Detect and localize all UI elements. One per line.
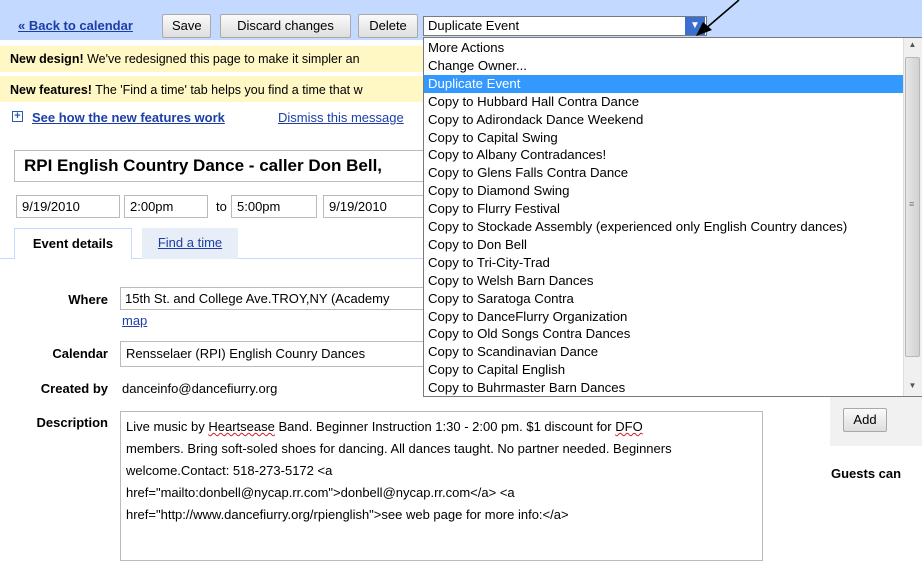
tab-find-a-time[interactable]: Find a time [142,228,238,259]
dropdown-option[interactable]: Copy to Saratoga Contra [424,290,905,308]
dropdown-option[interactable]: Copy to Welsh Barn Dances [424,272,905,290]
discard-changes-button[interactable]: Discard changes [220,14,351,38]
dropdown-option[interactable]: Duplicate Event [424,74,905,93]
dropdown-option[interactable]: Copy to Scandinavian Dance [424,343,905,361]
back-to-calendar-link[interactable]: « Back to calendar [18,18,133,33]
desc-text-a: Live music by [126,419,209,434]
description-line-5: href="http://www.dancefiurry.org/rpiengl… [126,507,569,522]
save-button[interactable]: Save [162,14,211,38]
where-input[interactable]: 15th St. and College Ave.TROY,NY (Academ… [120,287,426,310]
dropdown-option[interactable]: Copy to Hubbard Hall Contra Dance [424,93,905,111]
description-label: Description [36,415,108,430]
description-line-1: Live music by Heartsease Band. Beginner … [126,416,757,438]
description-textarea[interactable]: Live music by Heartsease Band. Beginner … [120,411,763,561]
dropdown-option[interactable]: Copy to Buhrmaster Barn Dances [424,379,905,397]
scroll-down-arrow-icon[interactable]: ▼ [905,380,920,392]
created-by-value: danceinfo@dancefiurry.org [122,381,278,396]
end-date-input[interactable]: 9/19/2010 [323,195,427,218]
dropdown-option[interactable]: Copy to Diamond Swing [424,182,905,200]
event-title-input[interactable]: RPI English Country Dance - caller Don B… [14,150,454,182]
dropdown-option[interactable]: Copy to Tri-City-Trad [424,254,905,272]
tab-event-details[interactable]: Event details [14,228,132,259]
desc-spell-dfo: DFO [615,419,643,434]
dropdown-option[interactable]: Copy to Stockade Assembly (experienced o… [424,218,905,236]
map-link[interactable]: map [122,313,147,328]
dropdown-option[interactable]: Copy to Glens Falls Contra Dance [424,164,905,182]
message-design-text: We've redesigned this page to make it si… [83,52,360,66]
calendar-label: Calendar [52,346,108,361]
created-by-label: Created by [40,381,108,396]
end-time-input[interactable]: 5:00pm [231,195,317,218]
desc-text-c: Band. Beginner Instruction 1:30 - 2:00 p… [274,419,616,434]
description-line-2: members. Bring soft-soled shoes for danc… [126,441,672,456]
start-date-input[interactable]: 9/19/2010 [16,195,120,218]
message-features-text: The 'Find a time' tab helps you find a t… [91,83,363,97]
dropdown-option[interactable]: Copy to Don Bell [424,236,905,254]
dropdown-option[interactable]: Copy to Flurry Festival [424,200,905,218]
start-time-input[interactable]: 2:00pm [124,195,208,218]
calendar-select[interactable]: Rensselaer (RPI) English Counry Dances [120,341,426,367]
dropdown-option[interactable]: More Actions [424,39,905,57]
description-line-4: href="mailto:donbell@nycap.rr.com">donbe… [126,485,515,500]
dropdown-option[interactable]: Copy to Capital English [424,361,905,379]
dropdown-option[interactable]: Copy to Old Songs Contra Dances [424,325,905,343]
desc-spell-heartsease: Heartsease [208,419,275,434]
message-features-bold: New features! [10,83,92,97]
more-actions-select[interactable]: Duplicate Event [423,16,707,36]
delete-button[interactable]: Delete [358,14,418,38]
to-label: to [216,199,227,214]
dismiss-message-link[interactable]: Dismiss this message [278,110,404,125]
more-actions-selected-value: Duplicate Event [428,18,520,33]
message-new-design: New design! We've redesigned this page t… [10,52,422,66]
message-design-bold: New design! [10,52,84,66]
scrollbar-grip-icon: ≡ [909,199,915,209]
callout-arrow-icon [696,0,740,36]
where-label: Where [68,292,108,307]
message-new-features: New features! The 'Find a time' tab help… [10,83,422,97]
guests-can-label: Guests can [831,466,902,481]
dropdown-option[interactable]: Copy to Adirondack Dance Weekend [424,111,905,129]
dropdown-option[interactable]: Copy to DanceFlurry Organization [424,308,905,326]
see-how-features-link[interactable]: See how the new features work [32,110,225,125]
dropdown-option[interactable]: Copy to Albany Contradances! [424,146,905,164]
more-actions-dropdown-list: More Actions Change Owner... Duplicate Eve… [423,37,922,397]
dropdown-option[interactable]: Change Owner... [424,57,905,75]
scroll-up-arrow-icon[interactable]: ▲ [905,39,920,51]
description-line-3: welcome.Contact: 518-273-5172 <a [126,463,333,478]
expand-plus-icon[interactable]: + [12,111,23,122]
add-guest-button[interactable]: Add [843,408,887,432]
dropdown-option[interactable]: Copy to Capital Swing [424,129,905,147]
find-a-time-link[interactable]: Find a time [158,235,222,250]
